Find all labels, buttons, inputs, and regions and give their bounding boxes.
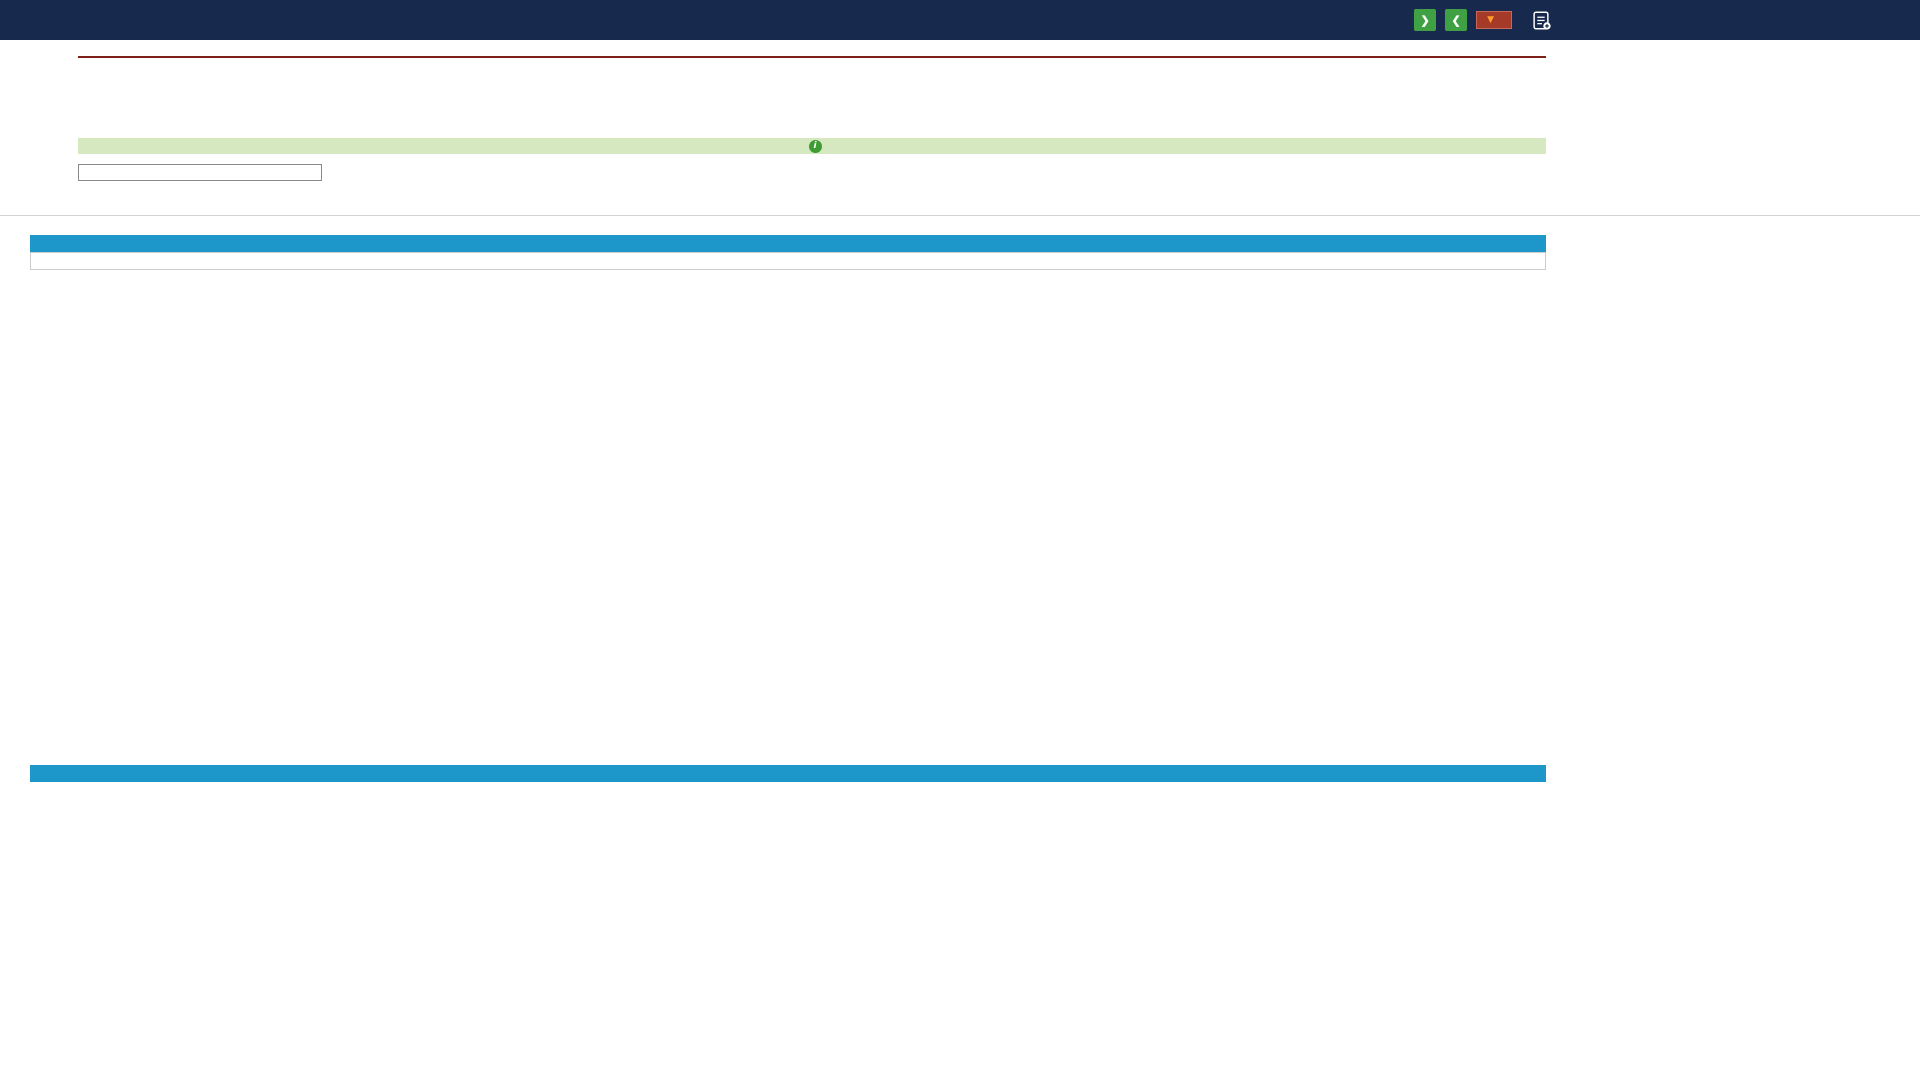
header-divider: [0, 215, 1920, 216]
chevron-right-icon: ❯: [1451, 14, 1461, 27]
topbar: ▼ ❯ ❮: [0, 0, 1920, 40]
section-raw-materials: [30, 765, 1546, 782]
next-report-button[interactable]: ❯: [1445, 9, 1468, 31]
info-icon: i: [808, 139, 822, 153]
previous-report-button[interactable]: ❮: [1414, 9, 1437, 31]
signature-match-banner: i: [78, 138, 1546, 154]
company-info-section: [78, 56, 1546, 58]
chevron-left-icon: ❮: [1420, 14, 1430, 27]
topbar-actions: ▼ ❯ ❮: [1414, 0, 1552, 40]
amounts-unit-note-box: [78, 164, 322, 181]
report-icon[interactable]: [1530, 9, 1552, 31]
page: { "colors": { "topbar_bg": "#172a4d", "s…: [0, 0, 1920, 1080]
watermark: [517, 272, 1003, 588]
amounts-note-row: [30, 252, 1546, 270]
section-production-sales: [30, 235, 1546, 252]
report-type-dropdown[interactable]: ▼: [1476, 11, 1512, 29]
caret-down-icon: ▼: [1487, 15, 1494, 25]
